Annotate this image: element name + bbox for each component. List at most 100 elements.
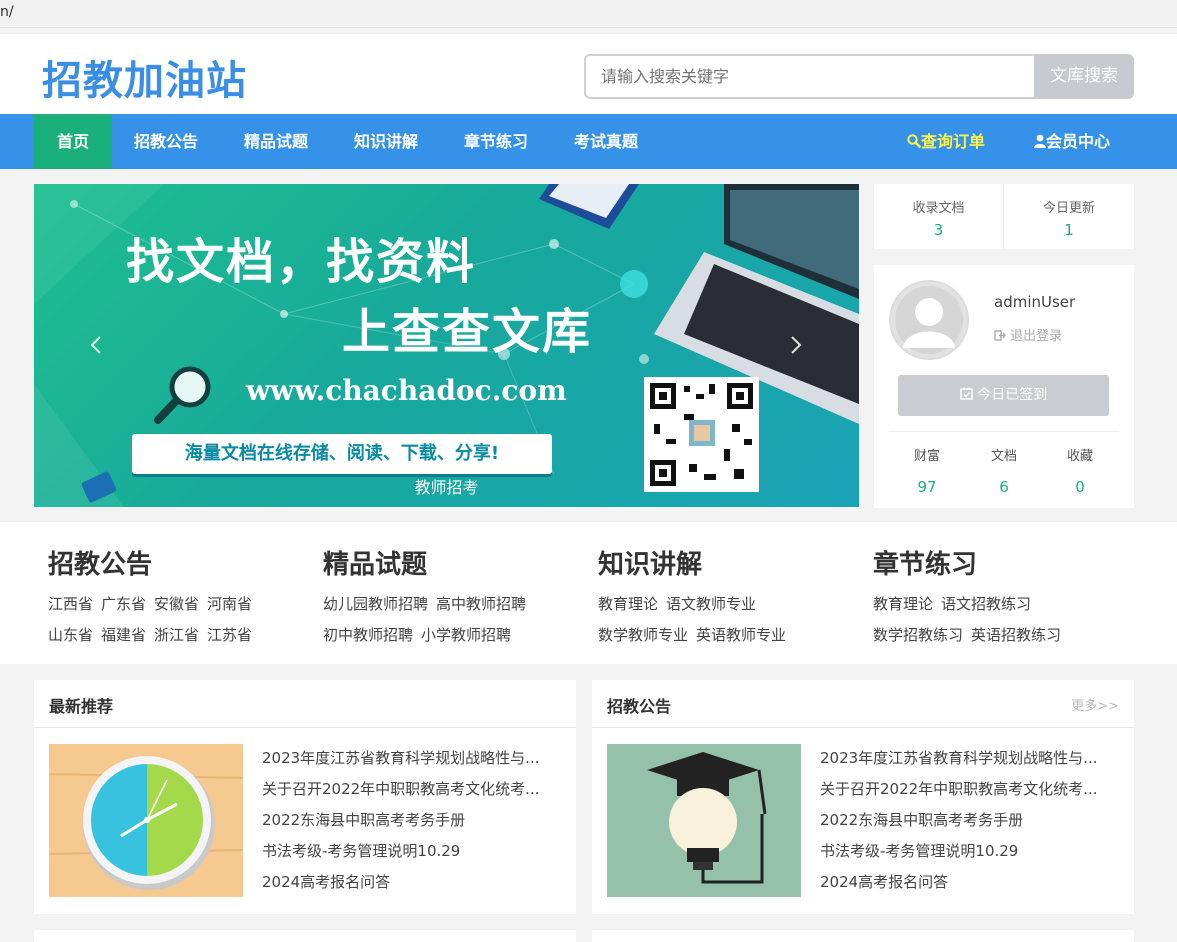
category-links: 教育理论 语文招教练习 数学招教练习 英语招教练习 <box>873 595 1123 657</box>
favorites-label: 收藏 <box>1066 449 1093 464</box>
list-item[interactable]: 2024高考报名问答 <box>820 871 1120 902</box>
favorites-value: 0 <box>1075 478 1085 496</box>
category-link[interactable]: 数学招教练习 <box>873 626 963 645</box>
logout-link[interactable]: 退出登录 <box>994 325 1062 344</box>
wealth-value: 97 <box>917 478 937 496</box>
graduation-bulb-icon <box>607 744 801 897</box>
main-nav: 首页 招教公告 精品试题 知识讲解 章节练习 考试真题 查询订单 会员中心 <box>0 114 1177 169</box>
category-link[interactable]: 幼儿园教师招聘 <box>323 595 428 614</box>
nav-past-exams[interactable]: 考试真题 <box>562 114 650 169</box>
next-panel-edge <box>34 930 576 942</box>
category-knowledge: 知识讲解 教育理论 语文教师专业 数学教师专业 英语教师专业 <box>598 544 858 657</box>
carousel-next-button[interactable] <box>786 334 806 358</box>
list-item[interactable]: 关于召开2022年中职职教高考文化统考... <box>262 778 562 809</box>
latest-panel: 最新推荐 2023年度江苏省教育科学规划战略性与... 关于召开2022年中职职… <box>34 680 576 914</box>
avatar[interactable] <box>889 280 969 360</box>
panel-header: 招教公告 更多>> <box>592 680 1134 728</box>
category-links: 幼儿园教师招聘 高中教师招聘 初中教师招聘 小学教师招聘 <box>323 595 573 657</box>
documents-value: 6 <box>999 478 1009 496</box>
category-link[interactable]: 江苏省 <box>207 626 252 645</box>
list-item[interactable]: 书法考级-考务管理说明10.29 <box>820 840 1120 871</box>
category-link[interactable]: 高中教师招聘 <box>436 595 526 614</box>
category-title[interactable]: 章节练习 <box>873 544 1133 581</box>
username: adminUser <box>994 293 1076 311</box>
category-link[interactable]: 江西省 <box>48 595 93 614</box>
stat-today: 今日更新 1 <box>1004 184 1134 249</box>
category-link[interactable]: 广东省 <box>101 595 146 614</box>
category-announcements: 招教公告 江西省 广东省 安徽省 河南省 山东省 福建省 浙江省 江苏省 <box>48 544 308 657</box>
category-link[interactable]: 教育理论 <box>598 595 658 614</box>
documents-label: 文档 <box>990 449 1017 464</box>
category-link[interactable]: 教育理论 <box>873 595 933 614</box>
category-link[interactable]: 语文教师专业 <box>666 595 756 614</box>
category-link[interactable]: 数学教师专业 <box>598 626 688 645</box>
wealth-label: 财富 <box>913 449 940 464</box>
chevron-right-icon <box>791 336 802 354</box>
search-icon <box>907 134 921 148</box>
category-section: 招教公告 江西省 广东省 安徽省 河南省 山东省 福建省 浙江省 江苏省 精品试… <box>0 522 1177 664</box>
nav-chapter-practice[interactable]: 章节练习 <box>452 114 540 169</box>
category-link[interactable]: 英语招教练习 <box>971 626 1061 645</box>
list-item[interactable]: 书法考级-考务管理说明10.29 <box>262 840 562 871</box>
next-panel-edge <box>592 930 1134 942</box>
site-header: 招教加油站 文库搜索 <box>0 34 1177 114</box>
list-item[interactable]: 2022东海县中职高考考务手册 <box>262 809 562 840</box>
category-title[interactable]: 知识讲解 <box>598 544 858 581</box>
article-list: 2023年度江苏省教育科学规划战略性与... 关于召开2022年中职职教高考文化… <box>820 747 1120 902</box>
category-title[interactable]: 招教公告 <box>48 544 308 581</box>
nav-knowledge[interactable]: 知识讲解 <box>342 114 430 169</box>
user-panel: adminUser 退出登录 今日已签到 财富 97 文档 6 收藏 0 <box>874 265 1134 508</box>
signin-label: 今日已签到 <box>977 387 1048 403</box>
carousel-prev-button[interactable] <box>86 334 106 358</box>
category-link[interactable]: 山东省 <box>48 626 93 645</box>
hero-banner[interactable]: 找文档，找资料 上查查文库 www.chachadoc.com 海量文档在线存储… <box>34 184 859 507</box>
list-item[interactable]: 关于召开2022年中职职教高考文化统考... <box>820 778 1120 809</box>
stat-docs-value: 3 <box>933 221 944 239</box>
nav-quality-tests[interactable]: 精品试题 <box>232 114 320 169</box>
category-link[interactable]: 福建省 <box>101 626 146 645</box>
category-link[interactable]: 语文招教练习 <box>941 595 1031 614</box>
banner-tagline: 海量文档在线存储、阅读、下载、分享! <box>132 434 552 474</box>
search-button[interactable]: 文库搜索 <box>1034 54 1134 99</box>
category-link[interactable]: 河南省 <box>207 595 252 614</box>
category-link[interactable]: 初中教师招聘 <box>323 626 413 645</box>
nav-member-center[interactable]: 会员中心 <box>1022 114 1122 169</box>
list-item[interactable]: 2023年度江苏省教育科学规划战略性与... <box>820 747 1120 778</box>
category-link[interactable]: 小学教师招聘 <box>421 626 511 645</box>
site-logo[interactable]: 招教加油站 <box>42 48 247 106</box>
default-avatar-icon <box>895 286 963 354</box>
search-input[interactable] <box>584 54 1036 99</box>
list-item[interactable]: 2024高考报名问答 <box>262 871 562 902</box>
category-quality-tests: 精品试题 幼儿园教师招聘 高中教师招聘 初中教师招聘 小学教师招聘 <box>323 544 583 657</box>
clock-thumbnail[interactable] <box>49 744 243 897</box>
user-favorites[interactable]: 收藏 0 <box>1040 445 1120 496</box>
logout-label: 退出登录 <box>1010 329 1063 344</box>
list-item[interactable]: 2022东海县中职高考考务手册 <box>820 809 1120 840</box>
user-documents[interactable]: 文档 6 <box>964 445 1044 496</box>
category-chapter-practice: 章节练习 教育理论 语文招教练习 数学招教练习 英语招教练习 <box>873 544 1133 657</box>
address-text: n/ <box>0 4 14 20</box>
nav-announcements[interactable]: 招教公告 <box>122 114 210 169</box>
nav-orders-label: 查询订单 <box>920 132 985 151</box>
more-link[interactable]: 更多>> <box>1071 695 1119 714</box>
banner-caption: 教师招考 <box>414 478 479 497</box>
stat-today-label: 今日更新 <box>1042 201 1095 216</box>
graduation-thumbnail[interactable] <box>607 744 801 897</box>
banner-headline-1: 找文档，找资料 <box>126 234 477 290</box>
clock-icon <box>49 744 243 897</box>
category-link[interactable]: 浙江省 <box>154 626 199 645</box>
signin-button[interactable]: 今日已签到 <box>898 375 1109 416</box>
user-wealth[interactable]: 财富 97 <box>887 445 967 496</box>
category-link[interactable]: 安徽省 <box>154 595 199 614</box>
nav-home[interactable]: 首页 <box>34 114 112 169</box>
nav-orders[interactable]: 查询订单 <box>896 114 996 169</box>
category-title[interactable]: 精品试题 <box>323 544 583 581</box>
announcement-panel: 招教公告 更多>> 2023年度江苏省教育科学规划战略性与... 关于召开202… <box>592 680 1134 914</box>
address-bar[interactable]: n/ <box>0 0 1177 28</box>
user-icon <box>1033 134 1046 148</box>
list-item[interactable]: 2023年度江苏省教育科学规划战略性与... <box>262 747 562 778</box>
category-link[interactable]: 英语教师专业 <box>696 626 786 645</box>
stat-docs-label: 收录文档 <box>912 201 965 216</box>
sign-out-icon <box>994 330 1006 341</box>
banner-url: www.chachadoc.com <box>246 374 567 407</box>
